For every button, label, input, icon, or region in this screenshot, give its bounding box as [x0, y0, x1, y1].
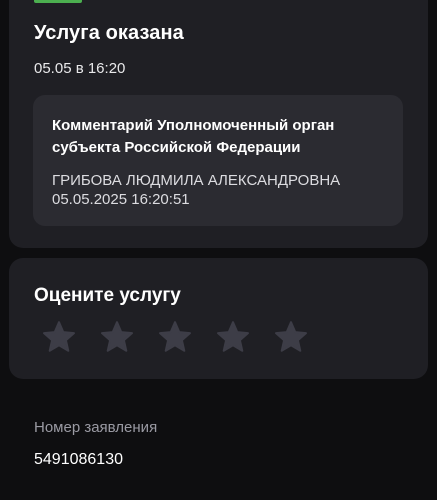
status-indicator — [34, 0, 82, 3]
star-2-icon[interactable] — [99, 320, 135, 356]
comment-title: Комментарий Уполномоченный орган субъект… — [52, 117, 335, 156]
comment-author: ГРИБОВА ЛЮДМИЛА АЛЕКСАНДРОВНА — [52, 172, 341, 189]
star-3-icon[interactable] — [157, 320, 193, 356]
comment-date: 05.05.2025 16:20:51 — [52, 191, 190, 208]
rating-title: Оцените услугу — [34, 285, 181, 306]
comment-box: Комментарий Уполномоченный орган субъект… — [33, 95, 403, 226]
star-4-icon[interactable] — [215, 320, 251, 356]
star-5-icon[interactable] — [273, 320, 309, 356]
rating-stars — [41, 320, 309, 356]
star-1-icon[interactable] — [41, 320, 77, 356]
status-card: Услуга оказана 05.05 в 16:20 Комментарий… — [9, 0, 428, 248]
service-details-page: Услуга оказана 05.05 в 16:20 Комментарий… — [0, 0, 437, 500]
status-title: Услуга оказана — [34, 22, 184, 44]
application-number-label: Номер заявления — [34, 419, 158, 436]
status-time: 05.05 в 16:20 — [34, 60, 126, 77]
application-number-value: 5491086130 — [34, 451, 123, 468]
rating-card: Оцените услугу — [9, 258, 428, 379]
